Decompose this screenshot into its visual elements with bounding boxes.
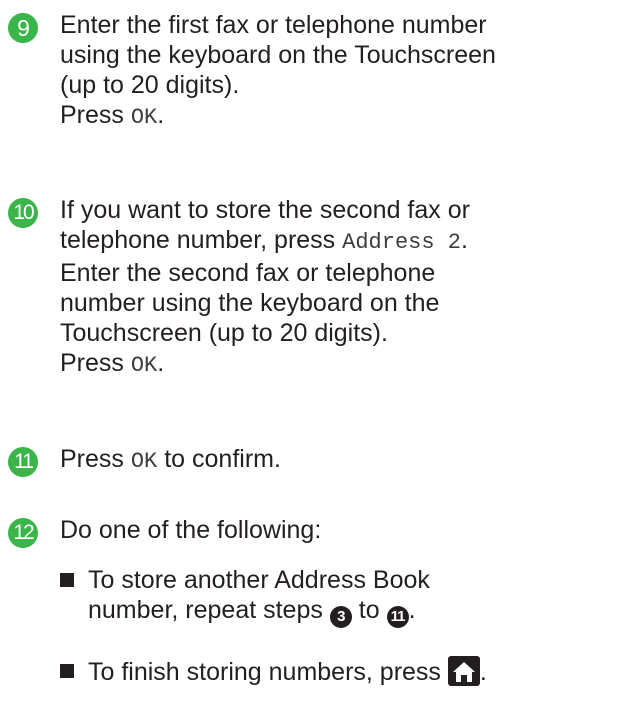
step-line: Press OK to confirm. — [60, 444, 610, 477]
ok-key-label: OK — [130, 353, 158, 378]
press-suffix: . — [157, 101, 165, 129]
ok-key-label: OK — [130, 449, 158, 474]
step-text: If you want to store the second fax or t… — [60, 195, 610, 381]
step-line: Enter the first fax or telephone number — [60, 11, 487, 39]
step-number-badge: 11 — [8, 447, 38, 477]
step-number-badge: 9 — [8, 13, 38, 43]
bullet-text: . — [408, 596, 416, 624]
bullet-line: To store another Address Book — [88, 566, 430, 594]
bullet-text: to — [351, 596, 387, 624]
step-line: Enter the second fax or telephone — [60, 259, 436, 287]
press-suffix: to confirm. — [157, 445, 281, 473]
bullet-line: To finish storing numbers, press . — [88, 656, 610, 687]
bullet-square-icon — [60, 664, 74, 678]
step-text: Press OK to confirm. — [60, 444, 610, 477]
home-icon — [447, 656, 480, 686]
press-prefix: Press — [60, 101, 131, 129]
step-text: Enter the first fax or telephone number … — [60, 10, 610, 133]
step-line: (up to 20 digits). — [60, 71, 240, 99]
step-line-text: telephone number, press — [60, 226, 343, 254]
press-prefix: Press — [60, 349, 131, 377]
step-line: telephone number, press Address 2. — [60, 225, 610, 258]
press-prefix: Press — [60, 445, 131, 473]
bullet-square-icon — [60, 573, 74, 587]
step-line: Touchscreen (up to 20 digits). — [60, 319, 388, 347]
step-number-badge: 12 — [8, 518, 38, 548]
step-line: number using the keyboard on the — [60, 289, 440, 317]
step-line: If you want to store the second fax or — [60, 196, 470, 224]
step-intro: Do one of the following: — [60, 516, 322, 544]
step-ref-3[interactable]: 3 — [329, 606, 352, 628]
bullet-item: To finish storing numbers, press . — [60, 656, 610, 687]
bullet-line: number, repeat steps 3 to 11. — [88, 595, 610, 628]
press-line: Press OK. — [60, 348, 610, 381]
bullet-text: number, repeat steps — [88, 596, 330, 624]
step-text: Do one of the following: To store anothe… — [60, 515, 610, 687]
manual-page: 9 Enter the first fax or telephone numbe… — [0, 0, 618, 706]
step-line: using the keyboard on the Touchscreen — [60, 41, 496, 69]
address2-key-label: Address 2 — [342, 230, 461, 255]
ok-key-label: OK — [130, 105, 158, 130]
step-number-badge: 10 — [8, 198, 38, 228]
bullet-item: To store another Address Book number, re… — [60, 565, 610, 628]
step-line-suffix: . — [460, 226, 468, 254]
bullet-text: To finish storing numbers, press — [88, 658, 448, 686]
press-line: Press OK. — [60, 100, 610, 133]
step-ref-11[interactable]: 11 — [386, 606, 409, 628]
bullet-text: . — [479, 658, 487, 686]
press-suffix: . — [157, 349, 165, 377]
